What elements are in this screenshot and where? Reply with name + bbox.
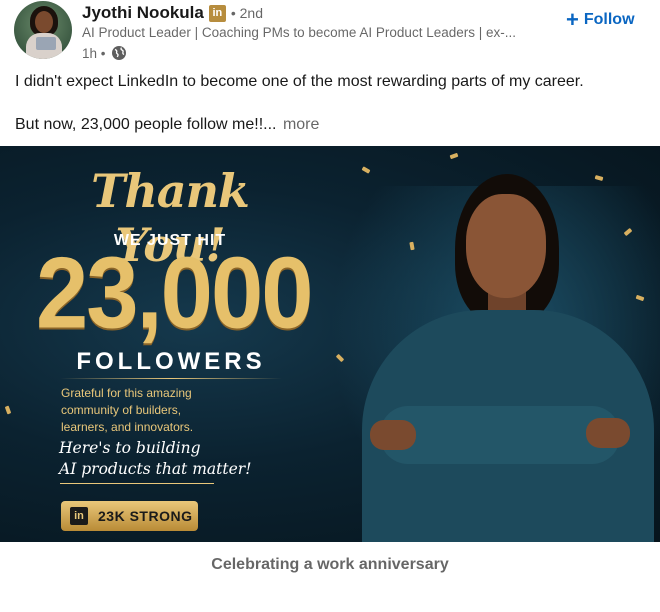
author-name[interactable]: Jyothi Nookula [82,3,204,23]
follow-button[interactable]: + Follow [566,6,635,34]
feed-post: Jyothi Nookula in • 2nd AI Product Leade… [0,0,660,612]
portrait-crossed-arms [380,406,620,464]
post-image[interactable]: Thank You! WE JUST HIT 23,000 FOLLOWERS … [0,146,660,542]
follow-label: Follow [583,11,635,28]
divider [60,378,282,379]
see-more-link[interactable]: more [283,116,319,133]
post-meta: 1h • [82,43,127,63]
grateful-line: community of builders, [61,403,182,417]
grateful-line: Grateful for this amazing [61,386,192,400]
script-text: Here's to building AI products that matt… [59,438,259,480]
author-avatar[interactable] [14,1,72,59]
follower-count: 23,000 [36,235,314,350]
strong-badge: in 23K STRONG [61,501,198,531]
avatar-laptop [36,37,56,50]
plus-icon: + [566,7,579,32]
followers-word: FOLLOWERS [76,348,266,375]
portrait-face [466,194,546,298]
confetti [449,152,459,160]
portrait-hand [370,420,416,450]
script-line: AI products that matter! [59,460,252,478]
grateful-text: Grateful for this amazing community of b… [61,385,241,436]
grateful-line: learners, and innovators. [61,420,194,434]
author-headline: AI Product Leader | Coaching PMs to beco… [82,25,516,40]
post-paragraph-2: But now, 23,000 people follow me!!... mo… [15,114,645,136]
avatar-face [35,11,53,33]
confetti [4,405,12,415]
portrait [340,174,660,542]
globe-icon [111,46,126,60]
author-name-row: Jyothi Nookula in • 2nd [82,1,263,25]
portrait-hand [586,418,630,448]
post-text: I didn't expect LinkedIn to become one o… [15,71,645,136]
connection-degree: • 2nd [230,5,264,21]
post-time: 1h • [82,45,106,61]
script-line: Here's to building [59,439,201,457]
confetti [361,166,371,174]
strong-badge-label: 23K STRONG [98,508,193,524]
post-paragraph-1: I didn't expect LinkedIn to become one o… [15,73,584,90]
post-paragraph-2-text: But now, 23,000 people follow me!!... [15,116,277,133]
linkedin-premium-icon: in [208,4,226,22]
image-caption: Celebrating a work anniversary [211,556,449,573]
linkedin-icon: in [70,507,88,525]
script-underline [60,483,214,484]
